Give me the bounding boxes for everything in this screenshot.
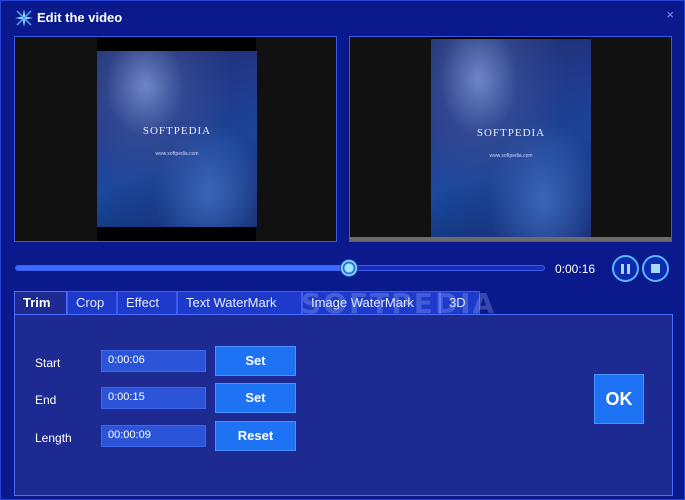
end-label: End <box>35 393 57 407</box>
reset-button[interactable]: Reset <box>215 421 296 451</box>
frame-brand-text: SOFTPEDIA <box>476 127 546 139</box>
pause-button[interactable] <box>612 255 639 282</box>
video-frame: SOFTPEDIA www.softpedia.com <box>97 51 257 227</box>
start-label: Start <box>35 356 61 370</box>
letterbox-right <box>256 37 336 241</box>
seek-bar[interactable] <box>15 259 545 277</box>
output-preview: SOFTPEDIA www.softpedia.com <box>349 36 672 242</box>
source-preview: SOFTPEDIA www.softpedia.com <box>14 36 337 242</box>
end-time-field[interactable]: 0:00:15 <box>101 387 206 409</box>
playback-time: 0:00:16 <box>555 262 596 276</box>
stop-icon <box>651 264 660 273</box>
edit-video-window: Edit the video × SOFTPEDIA www.softpedia… <box>0 0 685 500</box>
stop-button[interactable] <box>642 255 669 282</box>
letterbox-left <box>350 37 431 241</box>
tab-trim[interactable]: Trim <box>14 291 67 316</box>
window-title: Edit the video <box>37 10 123 25</box>
seek-progress <box>16 266 349 270</box>
length-label: Length <box>35 431 72 445</box>
preview-bottom-strip <box>350 237 671 241</box>
set-start-button[interactable]: Set <box>215 346 296 376</box>
ok-button[interactable]: OK <box>594 374 644 424</box>
seek-handle[interactable] <box>339 259 358 277</box>
set-end-button[interactable]: Set <box>215 383 296 413</box>
start-time-field[interactable]: 0:00:06 <box>101 350 206 372</box>
letterbox-left <box>15 37 97 241</box>
frame-url-text: www.softpedia.com <box>489 153 533 159</box>
sparkle-icon <box>15 9 33 27</box>
length-field[interactable]: 00:00:09 <box>101 425 206 447</box>
tab-effect[interactable]: Effect <box>117 291 177 315</box>
trim-panel: Start 0:00:06 Set End 0:00:15 Set Length… <box>14 314 673 496</box>
letterbox-right <box>590 37 671 241</box>
frame-brand-text: SOFTPEDIA <box>142 125 212 137</box>
tab-text-watermark[interactable]: Text WaterMark <box>177 291 302 315</box>
close-icon[interactable]: × <box>666 7 674 22</box>
tab-crop[interactable]: Crop <box>67 291 117 315</box>
frame-url-text: www.softpedia.com <box>155 151 199 157</box>
video-frame: SOFTPEDIA www.softpedia.com <box>431 39 591 239</box>
title-bar: Edit the video × <box>1 1 685 33</box>
